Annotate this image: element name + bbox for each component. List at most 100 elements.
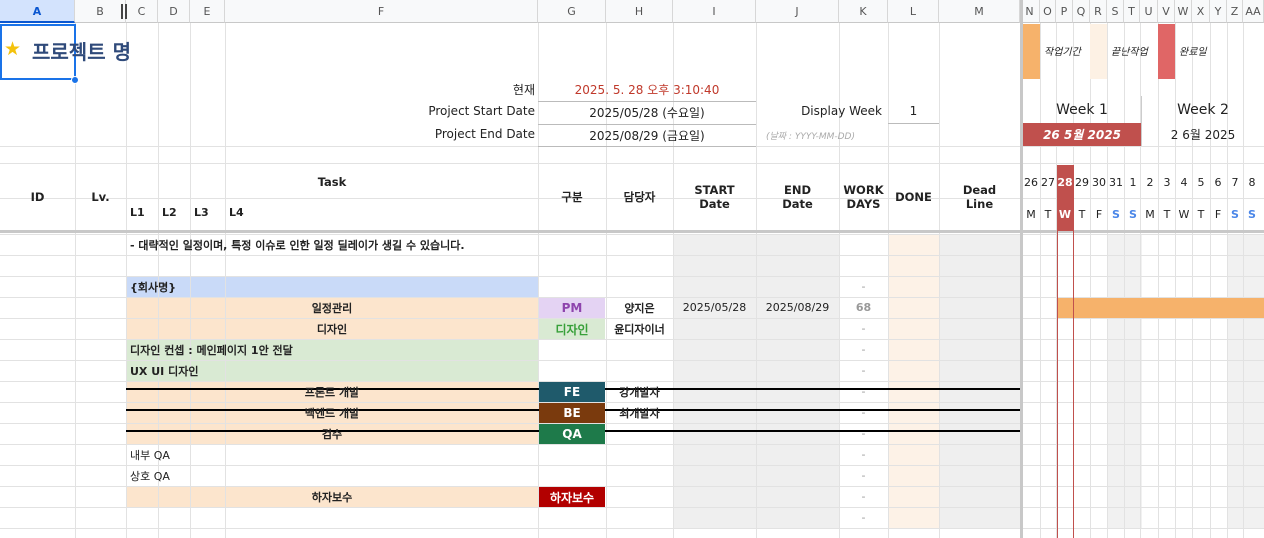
day-number: 4 bbox=[1180, 176, 1188, 189]
column-header-a[interactable]: A bbox=[0, 0, 75, 23]
column-header-p[interactable]: P bbox=[1056, 0, 1073, 23]
workdays-cell[interactable]: - bbox=[839, 486, 888, 507]
grid-vline bbox=[75, 23, 76, 538]
owner-cell[interactable]: 윤디자이너 bbox=[606, 318, 673, 339]
column-header-x[interactable]: X bbox=[1192, 0, 1210, 23]
column-resize-handle[interactable] bbox=[121, 4, 127, 19]
workdays-cell[interactable]: - bbox=[839, 507, 888, 528]
column-header-f[interactable]: F bbox=[225, 0, 538, 23]
workdays-cell[interactable]: - bbox=[839, 381, 888, 402]
workdays-cell[interactable]: - bbox=[839, 339, 888, 360]
column-header-m[interactable]: M bbox=[939, 0, 1020, 23]
task-name[interactable]: 백엔드 개발 bbox=[126, 402, 538, 423]
column-header-d[interactable]: D bbox=[158, 0, 190, 23]
task-name[interactable]: UX UI 디자인 bbox=[130, 360, 530, 381]
day-of-week: W bbox=[1058, 208, 1072, 221]
column-header-l[interactable]: L bbox=[888, 0, 939, 23]
task-name[interactable]: 상호 QA bbox=[130, 465, 530, 486]
column-header-v[interactable]: V bbox=[1158, 0, 1175, 23]
end-date-cell[interactable]: 2025/08/29 bbox=[756, 297, 839, 318]
column-header-r[interactable]: R bbox=[1090, 0, 1107, 23]
column-header-h[interactable]: H bbox=[606, 0, 673, 23]
task-name[interactable]: 일정관리 bbox=[126, 297, 538, 318]
column-header-i[interactable]: I bbox=[673, 0, 756, 23]
end-value[interactable]: 2025/08/29 (금요일) bbox=[538, 127, 756, 144]
tag-cell[interactable]: PM bbox=[539, 298, 605, 318]
tag-cell[interactable]: QA bbox=[539, 424, 605, 444]
workdays-cell[interactable]: - bbox=[839, 465, 888, 486]
selection-handle[interactable] bbox=[71, 76, 79, 84]
grid-vline bbox=[1158, 23, 1159, 538]
header-gubun: 구분 bbox=[561, 190, 583, 204]
week-divider bbox=[1141, 96, 1142, 146]
workdays-cell[interactable]: - bbox=[839, 360, 888, 381]
column-header-k[interactable]: K bbox=[839, 0, 888, 23]
workdays-cell[interactable]: - bbox=[839, 276, 888, 297]
task-name[interactable]: {회사명} bbox=[130, 276, 530, 297]
day-number: 26 bbox=[1024, 176, 1038, 189]
tag-cell[interactable]: BE bbox=[539, 403, 605, 423]
task-name[interactable]: - 대략적인 일정이며, 특정 이슈로 인한 일정 딜레이가 생길 수 있습니다… bbox=[130, 234, 530, 255]
column-header-aa[interactable]: AA bbox=[1243, 0, 1264, 23]
column-header-o[interactable]: O bbox=[1040, 0, 1056, 23]
tag-cell[interactable]: 디자인 bbox=[539, 319, 605, 339]
column-header-b[interactable]: B bbox=[75, 0, 126, 23]
day-number: 6 bbox=[1214, 176, 1222, 189]
day-of-week: F bbox=[1214, 208, 1222, 221]
task-name[interactable]: 프론트 개발 bbox=[126, 381, 538, 402]
owner-cell[interactable]: 강개발자 bbox=[606, 381, 673, 402]
header-id: ID bbox=[30, 190, 45, 204]
column-header-s[interactable]: S bbox=[1107, 0, 1124, 23]
day-of-week: W bbox=[1178, 208, 1190, 221]
header-owner: 담당자 bbox=[623, 190, 656, 204]
freeze-line bbox=[1020, 0, 1023, 538]
tag-cell[interactable]: FE bbox=[539, 382, 605, 402]
workdays-cell[interactable]: - bbox=[839, 318, 888, 339]
workdays-cell[interactable]: - bbox=[839, 444, 888, 465]
grid-vline bbox=[939, 23, 940, 538]
day-of-week: T bbox=[1078, 208, 1086, 221]
project-title[interactable]: 프로젝트 명 bbox=[32, 36, 131, 65]
grid-vline bbox=[1210, 23, 1211, 538]
column-header-u[interactable]: U bbox=[1140, 0, 1158, 23]
column-header-y[interactable]: Y bbox=[1210, 0, 1227, 23]
header-task: Task bbox=[317, 175, 347, 189]
start-label: Project Start Date bbox=[428, 104, 535, 118]
header-l1: L1 bbox=[130, 206, 145, 219]
column-header-j[interactable]: J bbox=[756, 0, 839, 23]
column-header-c[interactable]: C bbox=[126, 0, 158, 23]
column-header-q[interactable]: Q bbox=[1073, 0, 1090, 23]
task-name[interactable]: 내부 QA bbox=[130, 444, 530, 465]
header-lv: Lv. bbox=[91, 190, 110, 204]
owner-cell[interactable]: 최개발자 bbox=[606, 402, 673, 423]
workdays-cell[interactable]: 68 bbox=[839, 297, 888, 318]
column-header-g[interactable]: G bbox=[538, 0, 606, 23]
column-header-w[interactable]: W bbox=[1175, 0, 1192, 23]
underline bbox=[888, 123, 939, 124]
column-header-n[interactable]: N bbox=[1020, 0, 1040, 23]
now-label: 현재 bbox=[512, 83, 535, 97]
grid-vline bbox=[126, 23, 127, 538]
workdays-cell[interactable]: - bbox=[839, 423, 888, 444]
grid-vline bbox=[1175, 23, 1176, 538]
tag-cell[interactable]: 하자보수 bbox=[539, 487, 605, 507]
day-number: 8 bbox=[1248, 176, 1256, 189]
start-value[interactable]: 2025/05/28 (수요일) bbox=[538, 104, 756, 121]
task-name[interactable]: 검수 bbox=[126, 423, 538, 444]
workdays-cell[interactable]: - bbox=[839, 402, 888, 423]
column-header-t[interactable]: T bbox=[1124, 0, 1140, 23]
display-week-label: Display Week bbox=[801, 104, 882, 118]
display-week-value[interactable]: 1 bbox=[888, 104, 939, 118]
day-of-week: S bbox=[1248, 208, 1256, 221]
column-header-e[interactable]: E bbox=[190, 0, 225, 23]
task-name[interactable]: 디자인 bbox=[126, 318, 538, 339]
task-name[interactable]: 디자인 컨셉 : 메인페이지 1안 전달 bbox=[130, 339, 530, 360]
column-header-z[interactable]: Z bbox=[1227, 0, 1243, 23]
grid-vline bbox=[1090, 23, 1091, 538]
task-name[interactable]: 하자보수 bbox=[126, 486, 538, 507]
start-date-cell[interactable]: 2025/05/28 bbox=[673, 297, 756, 318]
grid-vline bbox=[1243, 23, 1244, 538]
owner-cell[interactable]: 양지은 bbox=[606, 297, 673, 318]
grid-vline bbox=[1192, 23, 1193, 538]
today-line bbox=[1073, 297, 1074, 322]
